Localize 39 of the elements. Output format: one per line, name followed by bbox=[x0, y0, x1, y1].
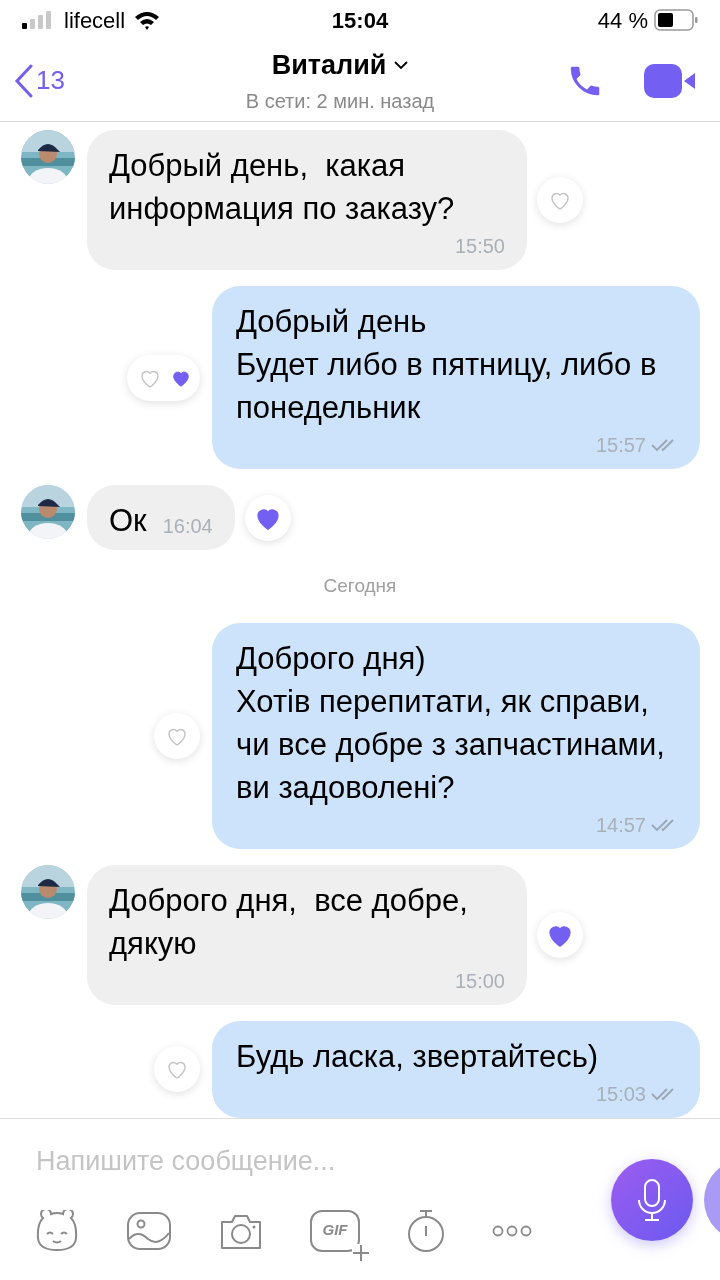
message-input[interactable]: Напишите сообщение... bbox=[36, 1141, 576, 1182]
microphone-icon bbox=[635, 1178, 669, 1222]
message-time: 15:00 bbox=[454, 968, 505, 994]
message-time: 15:50 bbox=[454, 234, 505, 259]
online-status: В сети: 2 мин. назад bbox=[245, 88, 435, 114]
message-time: 15:57 bbox=[595, 433, 646, 458]
message-text: Будь ласка, звертайтесь) bbox=[236, 1037, 599, 1076]
back-button[interactable]: 13 bbox=[14, 61, 134, 100]
more-icon bbox=[492, 1224, 532, 1237]
carrier-name: lifecell bbox=[64, 6, 126, 35]
message-time: 14:57 bbox=[595, 812, 646, 838]
video-call-button[interactable] bbox=[644, 61, 696, 100]
message-text: Доброго дня, все добре, дякую bbox=[109, 881, 469, 963]
battery-icon bbox=[654, 9, 698, 31]
message-time: 16:04 bbox=[162, 514, 213, 539]
like-button[interactable] bbox=[244, 494, 291, 541]
like-button[interactable] bbox=[537, 911, 583, 958]
message-time: 15:03 bbox=[595, 1081, 646, 1107]
video-camera-icon bbox=[644, 61, 696, 100]
contact-name[interactable]: Виталий bbox=[271, 45, 409, 86]
message-text: Доброго дня) Хотів перепитати, як справи, чи все добре з запчастинами, ви задоволені? bbox=[236, 639, 666, 807]
sticker-button[interactable] bbox=[34, 1209, 80, 1252]
message-text: Добрый день Будет либо в пятницу, либо в понедельник bbox=[236, 303, 658, 427]
wifi-icon bbox=[133, 10, 162, 30]
image-icon bbox=[126, 1210, 172, 1251]
clock-time: 15:04 bbox=[331, 6, 389, 35]
chevron-left-icon bbox=[14, 63, 34, 98]
timer-button[interactable] bbox=[406, 1207, 446, 1254]
more-button[interactable] bbox=[492, 1224, 532, 1237]
stopwatch-icon bbox=[406, 1207, 446, 1254]
bear-face-icon bbox=[34, 1209, 80, 1252]
like-button[interactable] bbox=[127, 354, 200, 401]
message-text: Добрый день, какая информация по заказу? bbox=[109, 147, 456, 228]
battery-percentage: 44 % bbox=[597, 6, 648, 35]
date-separator: Сегодня bbox=[323, 574, 397, 598]
chevron-down-icon bbox=[394, 61, 409, 70]
gallery-button[interactable] bbox=[126, 1210, 172, 1251]
message-text: Ок bbox=[109, 502, 147, 540]
microphone-button[interactable] bbox=[611, 1159, 693, 1241]
